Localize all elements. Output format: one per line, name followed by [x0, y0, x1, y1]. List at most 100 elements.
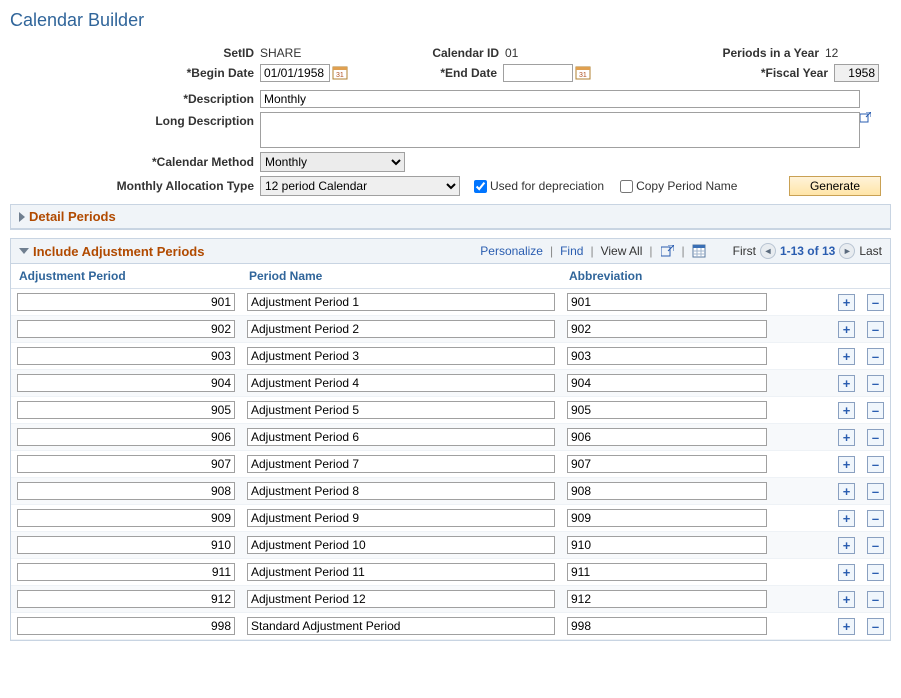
calendar-icon[interactable]: 31: [575, 65, 591, 81]
delete-row-button[interactable]: –: [867, 321, 884, 338]
period-name-input[interactable]: [247, 590, 555, 608]
adjustment-period-input[interactable]: [17, 428, 235, 446]
col-abbreviation[interactable]: Abbreviation: [561, 264, 832, 289]
adjustment-period-input[interactable]: [17, 536, 235, 554]
delete-row-button[interactable]: –: [867, 618, 884, 635]
period-name-input[interactable]: [247, 401, 555, 419]
delete-row-button[interactable]: –: [867, 348, 884, 365]
personalize-link[interactable]: Personalize: [480, 244, 543, 258]
period-name-input[interactable]: [247, 293, 555, 311]
period-name-input[interactable]: [247, 509, 555, 527]
adjustment-period-input[interactable]: [17, 455, 235, 473]
adjustment-period-input[interactable]: [17, 293, 235, 311]
add-row-button[interactable]: +: [838, 321, 855, 338]
adjustment-period-input[interactable]: [17, 401, 235, 419]
adjustment-period-input[interactable]: [17, 347, 235, 365]
add-row-button[interactable]: +: [838, 375, 855, 392]
delete-row-button[interactable]: –: [867, 564, 884, 581]
adjustment-period-input[interactable]: [17, 509, 235, 527]
add-row-button[interactable]: +: [838, 429, 855, 446]
add-row-button[interactable]: +: [838, 510, 855, 527]
abbreviation-input[interactable]: [567, 455, 767, 473]
end-date-label: *End Date: [423, 66, 503, 80]
view-all-link[interactable]: View All: [601, 244, 643, 258]
expand-icon[interactable]: [860, 112, 871, 123]
calendar-method-label: *Calendar Method: [10, 155, 260, 169]
abbreviation-input[interactable]: [567, 617, 767, 635]
add-row-button[interactable]: +: [838, 618, 855, 635]
period-name-input[interactable]: [247, 482, 555, 500]
add-row-button[interactable]: +: [838, 294, 855, 311]
monthly-alloc-label: Monthly Allocation Type: [10, 179, 260, 193]
copy-period-name-checkbox[interactable]: [620, 180, 633, 193]
generate-button[interactable]: Generate: [789, 176, 881, 196]
last-link[interactable]: Last: [859, 244, 882, 258]
delete-row-button[interactable]: –: [867, 375, 884, 392]
delete-row-button[interactable]: –: [867, 402, 884, 419]
period-name-input[interactable]: [247, 320, 555, 338]
zoom-icon[interactable]: [660, 244, 675, 259]
period-name-input[interactable]: [247, 428, 555, 446]
next-arrow-icon[interactable]: ►: [839, 243, 855, 259]
first-link[interactable]: First: [733, 244, 756, 258]
period-name-input[interactable]: [247, 347, 555, 365]
delete-row-button[interactable]: –: [867, 456, 884, 473]
begin-date-input[interactable]: [260, 64, 330, 82]
prev-arrow-icon[interactable]: ◄: [760, 243, 776, 259]
adjustment-period-input[interactable]: [17, 320, 235, 338]
calendar-icon[interactable]: 31: [332, 65, 348, 81]
abbreviation-input[interactable]: [567, 509, 767, 527]
add-row-button[interactable]: +: [838, 348, 855, 365]
adjustment-period-input[interactable]: [17, 374, 235, 392]
period-name-input[interactable]: [247, 455, 555, 473]
grid-range: 1-13 of 13: [780, 244, 835, 258]
delete-row-button[interactable]: –: [867, 591, 884, 608]
adjustment-period-input[interactable]: [17, 590, 235, 608]
period-name-input[interactable]: [247, 536, 555, 554]
delete-row-button[interactable]: –: [867, 429, 884, 446]
period-name-input[interactable]: [247, 617, 555, 635]
abbreviation-input[interactable]: [567, 401, 767, 419]
used-for-depreciation-checkbox[interactable]: [474, 180, 487, 193]
abbreviation-input[interactable]: [567, 374, 767, 392]
delete-row-button[interactable]: –: [867, 483, 884, 500]
period-name-input[interactable]: [247, 374, 555, 392]
monthly-alloc-select[interactable]: 12 period Calendar: [260, 176, 460, 196]
detail-periods-header[interactable]: Detail Periods: [11, 205, 890, 229]
abbreviation-input[interactable]: [567, 563, 767, 581]
abbreviation-input[interactable]: [567, 428, 767, 446]
fiscal-year-input[interactable]: [834, 64, 879, 82]
end-date-input[interactable]: [503, 64, 573, 82]
abbreviation-input[interactable]: [567, 320, 767, 338]
table-row: +–: [11, 478, 890, 505]
calendar-method-select[interactable]: Monthly: [260, 152, 405, 172]
adjustment-periods-toggle[interactable]: Include Adjustment Periods: [19, 244, 204, 259]
delete-row-button[interactable]: –: [867, 537, 884, 554]
description-input[interactable]: [260, 90, 860, 108]
table-row: +–: [11, 289, 890, 316]
add-row-button[interactable]: +: [838, 591, 855, 608]
abbreviation-input[interactable]: [567, 536, 767, 554]
find-link[interactable]: Find: [560, 244, 583, 258]
delete-row-button[interactable]: –: [867, 510, 884, 527]
period-name-input[interactable]: [247, 563, 555, 581]
add-row-button[interactable]: +: [838, 402, 855, 419]
add-row-button[interactable]: +: [838, 564, 855, 581]
abbreviation-input[interactable]: [567, 347, 767, 365]
adjustment-periods-title: Include Adjustment Periods: [33, 244, 204, 259]
col-period-name[interactable]: Period Name: [241, 264, 561, 289]
add-row-button[interactable]: +: [838, 537, 855, 554]
add-row-button[interactable]: +: [838, 456, 855, 473]
download-icon[interactable]: [692, 244, 707, 259]
periods-label: Periods in a Year: [700, 46, 825, 60]
long-description-input[interactable]: [260, 112, 860, 148]
adjustment-period-input[interactable]: [17, 617, 235, 635]
col-adjustment-period[interactable]: Adjustment Period: [11, 264, 241, 289]
add-row-button[interactable]: +: [838, 483, 855, 500]
abbreviation-input[interactable]: [567, 482, 767, 500]
abbreviation-input[interactable]: [567, 293, 767, 311]
adjustment-period-input[interactable]: [17, 563, 235, 581]
delete-row-button[interactable]: –: [867, 294, 884, 311]
adjustment-period-input[interactable]: [17, 482, 235, 500]
abbreviation-input[interactable]: [567, 590, 767, 608]
